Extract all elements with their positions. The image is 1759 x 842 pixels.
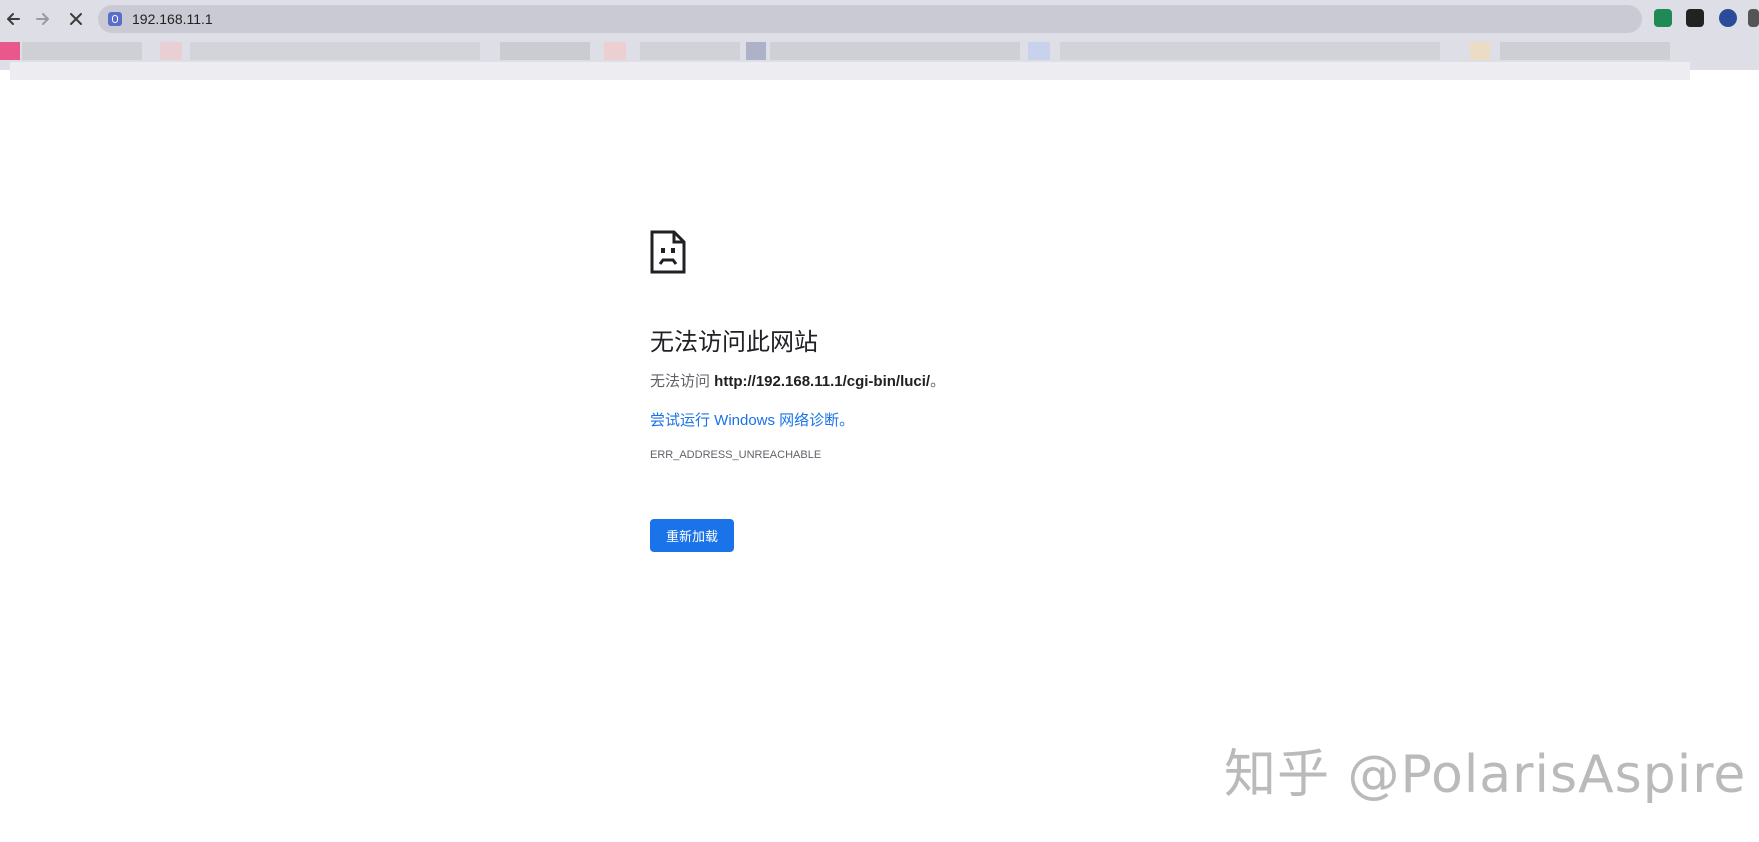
- network-diagnostics-link[interactable]: 尝试运行 Windows 网络诊断。: [650, 409, 854, 430]
- bookmark-item[interactable]: [500, 42, 590, 60]
- browser-toolbar: 192.168.11.1: [0, 0, 1759, 40]
- puzzle-extension-icon[interactable]: [1748, 9, 1759, 27]
- address-bar-url[interactable]: 192.168.11.1: [132, 11, 213, 27]
- back-button[interactable]: [0, 6, 26, 32]
- close-icon: [70, 13, 82, 25]
- bookmark-item[interactable]: [770, 42, 1020, 60]
- bookmark-item[interactable]: [1060, 42, 1440, 60]
- forward-button[interactable]: [30, 6, 56, 32]
- sad-page-icon: [650, 230, 686, 274]
- android-extension-icon[interactable]: [1654, 9, 1672, 27]
- bookmarks-bar: [0, 40, 1759, 62]
- bookmark-item[interactable]: [1028, 42, 1050, 60]
- bookmark-item[interactable]: [746, 42, 766, 60]
- error-code: ERR_ADDRESS_UNREACHABLE: [650, 449, 822, 461]
- address-bar[interactable]: 192.168.11.1: [98, 5, 1642, 33]
- error-page: 无法访问此网站 无法访问 http://192.168.11.1/cgi-bin…: [650, 230, 1350, 552]
- error-description-suffix: 。: [930, 373, 946, 390]
- bookmark-item[interactable]: [0, 42, 20, 60]
- bookmark-item[interactable]: [1470, 42, 1490, 60]
- diamond-extension-icon[interactable]: [1719, 9, 1737, 27]
- bookmark-item[interactable]: [604, 42, 626, 60]
- browser-chrome: 192.168.11.1: [0, 0, 1759, 80]
- bookmark-item[interactable]: [190, 42, 480, 60]
- error-description-url: http://192.168.11.1/cgi-bin/luci/: [714, 373, 931, 390]
- bookmark-item[interactable]: [22, 42, 142, 60]
- bookmark-item[interactable]: [1500, 42, 1670, 60]
- arrow-left-icon: [7, 13, 20, 25]
- bookmark-item[interactable]: [160, 42, 182, 60]
- stop-loading-button[interactable]: [63, 6, 89, 32]
- info-strip: [10, 62, 1690, 80]
- site-favicon-icon: [108, 12, 122, 26]
- bookmark-item[interactable]: [640, 42, 740, 60]
- error-title: 无法访问此网站: [650, 329, 818, 356]
- arrow-right-icon: [36, 13, 49, 25]
- error-description-prefix: 无法访问: [650, 373, 715, 390]
- ghost-extension-icon[interactable]: [1686, 9, 1704, 27]
- reload-button[interactable]: 重新加载: [650, 519, 734, 552]
- error-description: 无法访问 http://192.168.11.1/cgi-bin/luci/。: [650, 370, 945, 391]
- watermark-text: 知乎 @PolarisAspire: [1224, 745, 1747, 805]
